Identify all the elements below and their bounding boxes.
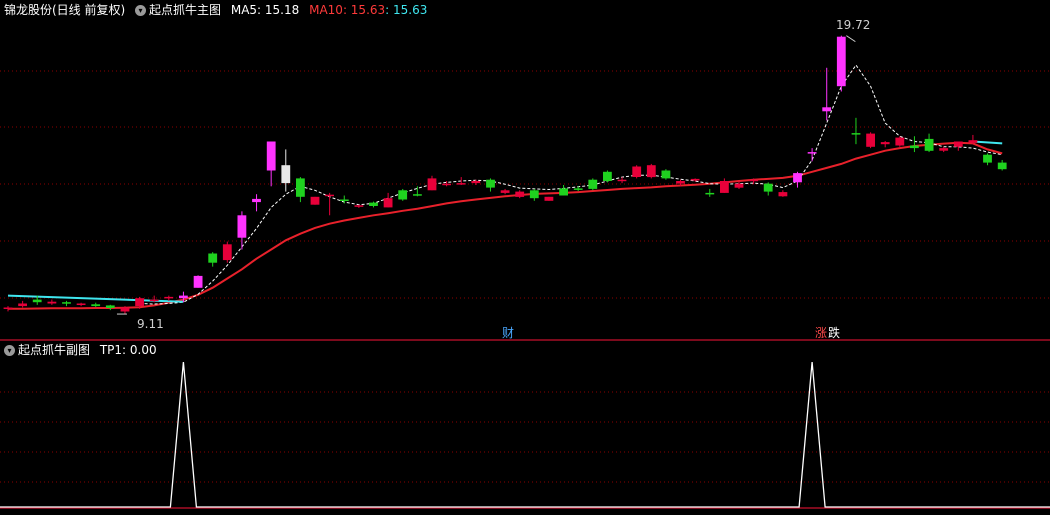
candle-body <box>910 145 919 149</box>
candle-body <box>354 205 364 207</box>
candle-body <box>339 199 349 201</box>
candle-body <box>953 141 963 147</box>
candle-body <box>573 188 583 190</box>
candle-body <box>456 183 466 185</box>
chevron-down-icon[interactable]: ▾ <box>4 345 15 356</box>
sub-chart-header: ▾ 起点抓牛副图 TP1: 0.00 <box>4 341 163 359</box>
candle-body <box>222 244 232 261</box>
candle-body <box>880 142 890 145</box>
candle-body <box>968 140 978 143</box>
candle-body <box>544 196 554 201</box>
candle-body <box>778 192 788 197</box>
ma10-value: MA10: 15.63 <box>309 3 386 17</box>
candle-body <box>997 162 1007 170</box>
main-chart-header: 锦龙股份(日线 前复权) ▾ 起点抓牛主图 MA5: 15.18 MA10: 15… <box>4 1 433 19</box>
candle-body <box>822 107 832 112</box>
candle-body <box>676 181 685 184</box>
candle-body <box>47 301 57 304</box>
candle-body <box>193 275 203 288</box>
candle-body <box>179 295 188 299</box>
ma-slow-line <box>8 141 1003 310</box>
high-price-label: 19.72 <box>836 18 871 32</box>
ma5-value: MA5: 15.18 <box>230 3 300 17</box>
candle-body <box>529 190 539 199</box>
candle-body <box>442 183 451 186</box>
sub-indicator-name[interactable]: 起点抓牛副图 <box>18 343 90 357</box>
indicator-name[interactable]: 起点抓牛主图 <box>149 3 221 17</box>
candle-body <box>237 215 247 238</box>
candle-body <box>939 148 949 151</box>
candle-body <box>661 170 671 179</box>
candle-body <box>281 165 291 184</box>
candle-body <box>500 190 510 193</box>
stock-name: 锦龙股份(日线 前复权) <box>4 3 126 17</box>
candle-body <box>734 183 744 188</box>
tp1-line <box>0 361 1050 508</box>
candle-body <box>836 36 846 87</box>
candle-body <box>617 179 627 182</box>
candle-body <box>149 299 159 302</box>
tp1-value: TP1: 0.00 <box>99 343 157 357</box>
candle-body <box>603 171 612 181</box>
candle-body <box>32 299 42 303</box>
event-marker-zhang[interactable]: 涨 <box>815 326 827 340</box>
candle-body <box>471 181 481 184</box>
candle-body <box>3 307 13 309</box>
candle-body <box>310 196 320 205</box>
candle-body <box>413 194 422 196</box>
candle-body <box>486 179 495 188</box>
candle-body <box>705 192 715 195</box>
candle-body <box>632 166 642 177</box>
candle-body <box>208 253 218 263</box>
grid-lines <box>0 70 1050 509</box>
candle-body <box>559 188 568 196</box>
candle-body <box>325 194 334 197</box>
event-marker-cai[interactable]: 财 <box>502 326 514 340</box>
candle-body <box>296 178 305 197</box>
candle-body <box>105 305 115 308</box>
high-marker-tick <box>846 35 856 43</box>
candle-body <box>427 178 437 191</box>
sub-chart-tp1 <box>0 361 1050 508</box>
candle-body <box>807 152 817 154</box>
candle-body <box>763 183 773 192</box>
candle-body <box>690 178 700 181</box>
candle-body <box>398 190 408 200</box>
candle-body <box>588 179 598 189</box>
candle-body <box>646 165 656 178</box>
candle-body <box>164 296 174 299</box>
candle-body <box>76 303 86 305</box>
ma-dashed-line <box>139 64 1003 305</box>
candle-body <box>62 302 71 304</box>
ma-extra-value: : 15.63 <box>385 3 428 17</box>
low-price-label: 9.11 <box>137 317 164 331</box>
candle-body <box>135 298 144 307</box>
moving-average-lines <box>7 64 1003 310</box>
candle-body <box>793 173 802 183</box>
event-marker-die[interactable]: 跌 <box>828 326 840 340</box>
candle-body <box>924 138 934 151</box>
candle-body <box>749 179 758 182</box>
candle-body <box>252 198 261 203</box>
candle-body <box>515 191 525 197</box>
candle-body <box>369 202 378 206</box>
candle-body <box>983 154 992 163</box>
candle-body <box>18 303 27 307</box>
candle-body <box>866 133 875 147</box>
candle-body <box>383 198 393 208</box>
candle-body <box>895 137 905 146</box>
candle-body <box>266 141 276 171</box>
candlesticks <box>3 35 1007 315</box>
candle-body <box>120 307 130 312</box>
chevron-down-icon[interactable]: ▾ <box>135 5 147 16</box>
candle-body <box>720 181 729 193</box>
candle-body <box>91 304 101 307</box>
candle-body <box>851 133 861 135</box>
stock-chart <box>0 35 1050 509</box>
